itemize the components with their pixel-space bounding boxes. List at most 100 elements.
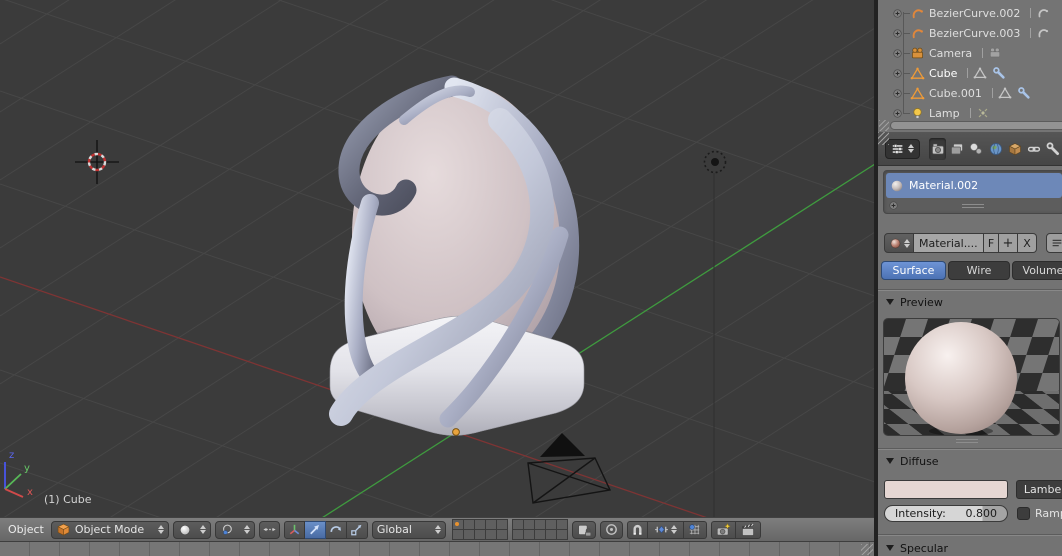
- tab-world[interactable]: [987, 138, 1004, 160]
- object-name[interactable]: BezierCurve.002: [929, 7, 1020, 20]
- layer-cell[interactable]: [512, 520, 523, 529]
- modifier-wrench-icon[interactable]: [1017, 86, 1031, 100]
- add-material-button[interactable]: +: [999, 233, 1018, 253]
- layer-cell[interactable]: [534, 530, 545, 539]
- layer-cell[interactable]: [556, 530, 567, 539]
- viewport-shading-selector[interactable]: [172, 520, 211, 539]
- list-resize-grip[interactable]: [962, 204, 984, 210]
- mode-selector[interactable]: Object Mode: [50, 520, 169, 539]
- layer-cell[interactable]: [556, 520, 567, 529]
- viewport-canvas[interactable]: [0, 0, 875, 517]
- layer-cell[interactable]: [485, 530, 496, 539]
- outliner-row[interactable]: Cube.001: [878, 83, 1062, 103]
- tab-render-layers[interactable]: [948, 138, 965, 160]
- layers-grid-1[interactable]: [451, 519, 508, 540]
- tab-object[interactable]: [1006, 138, 1023, 160]
- editor-type-selector[interactable]: [885, 138, 920, 159]
- layer-cell[interactable]: [523, 530, 534, 539]
- layer-cell[interactable]: [463, 520, 474, 529]
- preview-section-header[interactable]: Preview: [886, 294, 943, 310]
- layer-cell[interactable]: [523, 520, 534, 529]
- preview-resize-grip[interactable]: [956, 439, 978, 445]
- outliner-row[interactable]: Lamp: [878, 103, 1062, 123]
- mesh-data-icon[interactable]: [973, 66, 987, 80]
- layer-cell[interactable]: [463, 530, 474, 539]
- diffuse-color-swatch[interactable]: [884, 480, 1008, 499]
- expand-icon[interactable]: [892, 28, 903, 39]
- rotate-button[interactable]: [325, 520, 347, 539]
- expand-icon[interactable]: [892, 48, 903, 59]
- snap-element-dropdown[interactable]: [647, 520, 684, 539]
- camera-data-icon[interactable]: [988, 46, 1002, 60]
- layers-grid-2[interactable]: [511, 519, 568, 540]
- diffuse-shader-dropdown[interactable]: Lambert: [1016, 480, 1062, 499]
- resize-corner[interactable]: [878, 132, 889, 145]
- outliner-row[interactable]: BezierCurve.002: [878, 3, 1062, 23]
- layer-cell[interactable]: [512, 530, 523, 539]
- curve-data-icon[interactable]: [1036, 6, 1050, 20]
- mesh-data-icon[interactable]: [998, 86, 1012, 100]
- translate-axes-button[interactable]: [283, 520, 305, 539]
- layer-cell[interactable]: [545, 530, 556, 539]
- expand-icon[interactable]: [892, 68, 903, 79]
- unlink-material-button[interactable]: X: [1018, 233, 1037, 253]
- add-slot-icon[interactable]: [888, 200, 899, 211]
- outliner-row[interactable]: BezierCurve.003: [878, 23, 1062, 43]
- opengl-render-anim-button[interactable]: [735, 520, 761, 539]
- tab-surface[interactable]: Surface: [881, 261, 946, 280]
- layer-cell[interactable]: [496, 530, 507, 539]
- layer-cell[interactable]: [496, 520, 507, 529]
- fake-user-button[interactable]: F: [984, 233, 999, 253]
- snap-toggle-button[interactable]: [626, 520, 648, 539]
- layer-cell[interactable]: [474, 530, 485, 539]
- proportional-edit-button[interactable]: [599, 520, 623, 539]
- tab-volume[interactable]: Volume: [1012, 261, 1062, 280]
- specular-section-header[interactable]: Specular: [886, 540, 948, 556]
- 3d-viewport[interactable]: z y x (1) Cube: [0, 0, 875, 517]
- diffuse-intensity-slider[interactable]: Intensity: 0.800: [884, 505, 1008, 522]
- object-menu[interactable]: Object: [5, 523, 47, 536]
- expand-icon[interactable]: [892, 88, 903, 99]
- ramp-checkbox[interactable]: [1017, 507, 1030, 520]
- material-name-field[interactable]: Material....: [914, 233, 984, 253]
- resize-corner[interactable]: [861, 544, 873, 555]
- object-name[interactable]: Lamp: [929, 107, 960, 120]
- browse-material-button[interactable]: [884, 233, 914, 253]
- tab-wire[interactable]: Wire: [948, 261, 1010, 280]
- layer-cell[interactable]: [474, 520, 485, 529]
- datablock-extra-button[interactable]: [1046, 233, 1062, 253]
- pivot-selector[interactable]: [214, 520, 255, 539]
- scale-button[interactable]: [346, 520, 368, 539]
- lock-to-scene-button[interactable]: [571, 520, 596, 539]
- tab-modifiers[interactable]: [1045, 138, 1062, 160]
- orientation-selector[interactable]: Global: [371, 520, 446, 539]
- layer-cell[interactable]: [452, 520, 463, 529]
- snap-target-button[interactable]: [683, 520, 707, 539]
- object-name[interactable]: Cube.001: [929, 87, 982, 100]
- tab-scene[interactable]: [968, 138, 985, 160]
- resize-corner[interactable]: [879, 120, 889, 131]
- expand-icon[interactable]: [892, 108, 903, 119]
- layer-cell[interactable]: [534, 520, 545, 529]
- layer-cell[interactable]: [485, 520, 496, 529]
- outliner-row-selected[interactable]: Cube: [878, 63, 1062, 83]
- expand-icon[interactable]: [892, 8, 903, 19]
- object-name[interactable]: Cube: [929, 67, 957, 80]
- lamp-data-icon[interactable]: [976, 106, 990, 120]
- material-slot-selected[interactable]: Material.002: [886, 173, 1062, 198]
- timeline-strip[interactable]: [0, 541, 875, 556]
- outliner-row[interactable]: Camera: [878, 43, 1062, 63]
- object-name[interactable]: BezierCurve.003: [929, 27, 1020, 40]
- outliner-hscrollbar[interactable]: [890, 121, 1062, 130]
- curve-data-icon[interactable]: [1036, 26, 1050, 40]
- modifier-wrench-icon[interactable]: [992, 66, 1006, 80]
- tab-constraints[interactable]: [1025, 138, 1042, 160]
- move-button[interactable]: [304, 520, 326, 539]
- layer-cell[interactable]: [545, 520, 556, 529]
- diffuse-section-header[interactable]: Diffuse: [886, 453, 939, 469]
- layer-cell[interactable]: [452, 530, 463, 539]
- manipulator-toggle-button[interactable]: [258, 520, 280, 539]
- tab-render[interactable]: [929, 137, 947, 160]
- opengl-render-button[interactable]: [710, 520, 736, 539]
- object-name[interactable]: Camera: [929, 47, 972, 60]
